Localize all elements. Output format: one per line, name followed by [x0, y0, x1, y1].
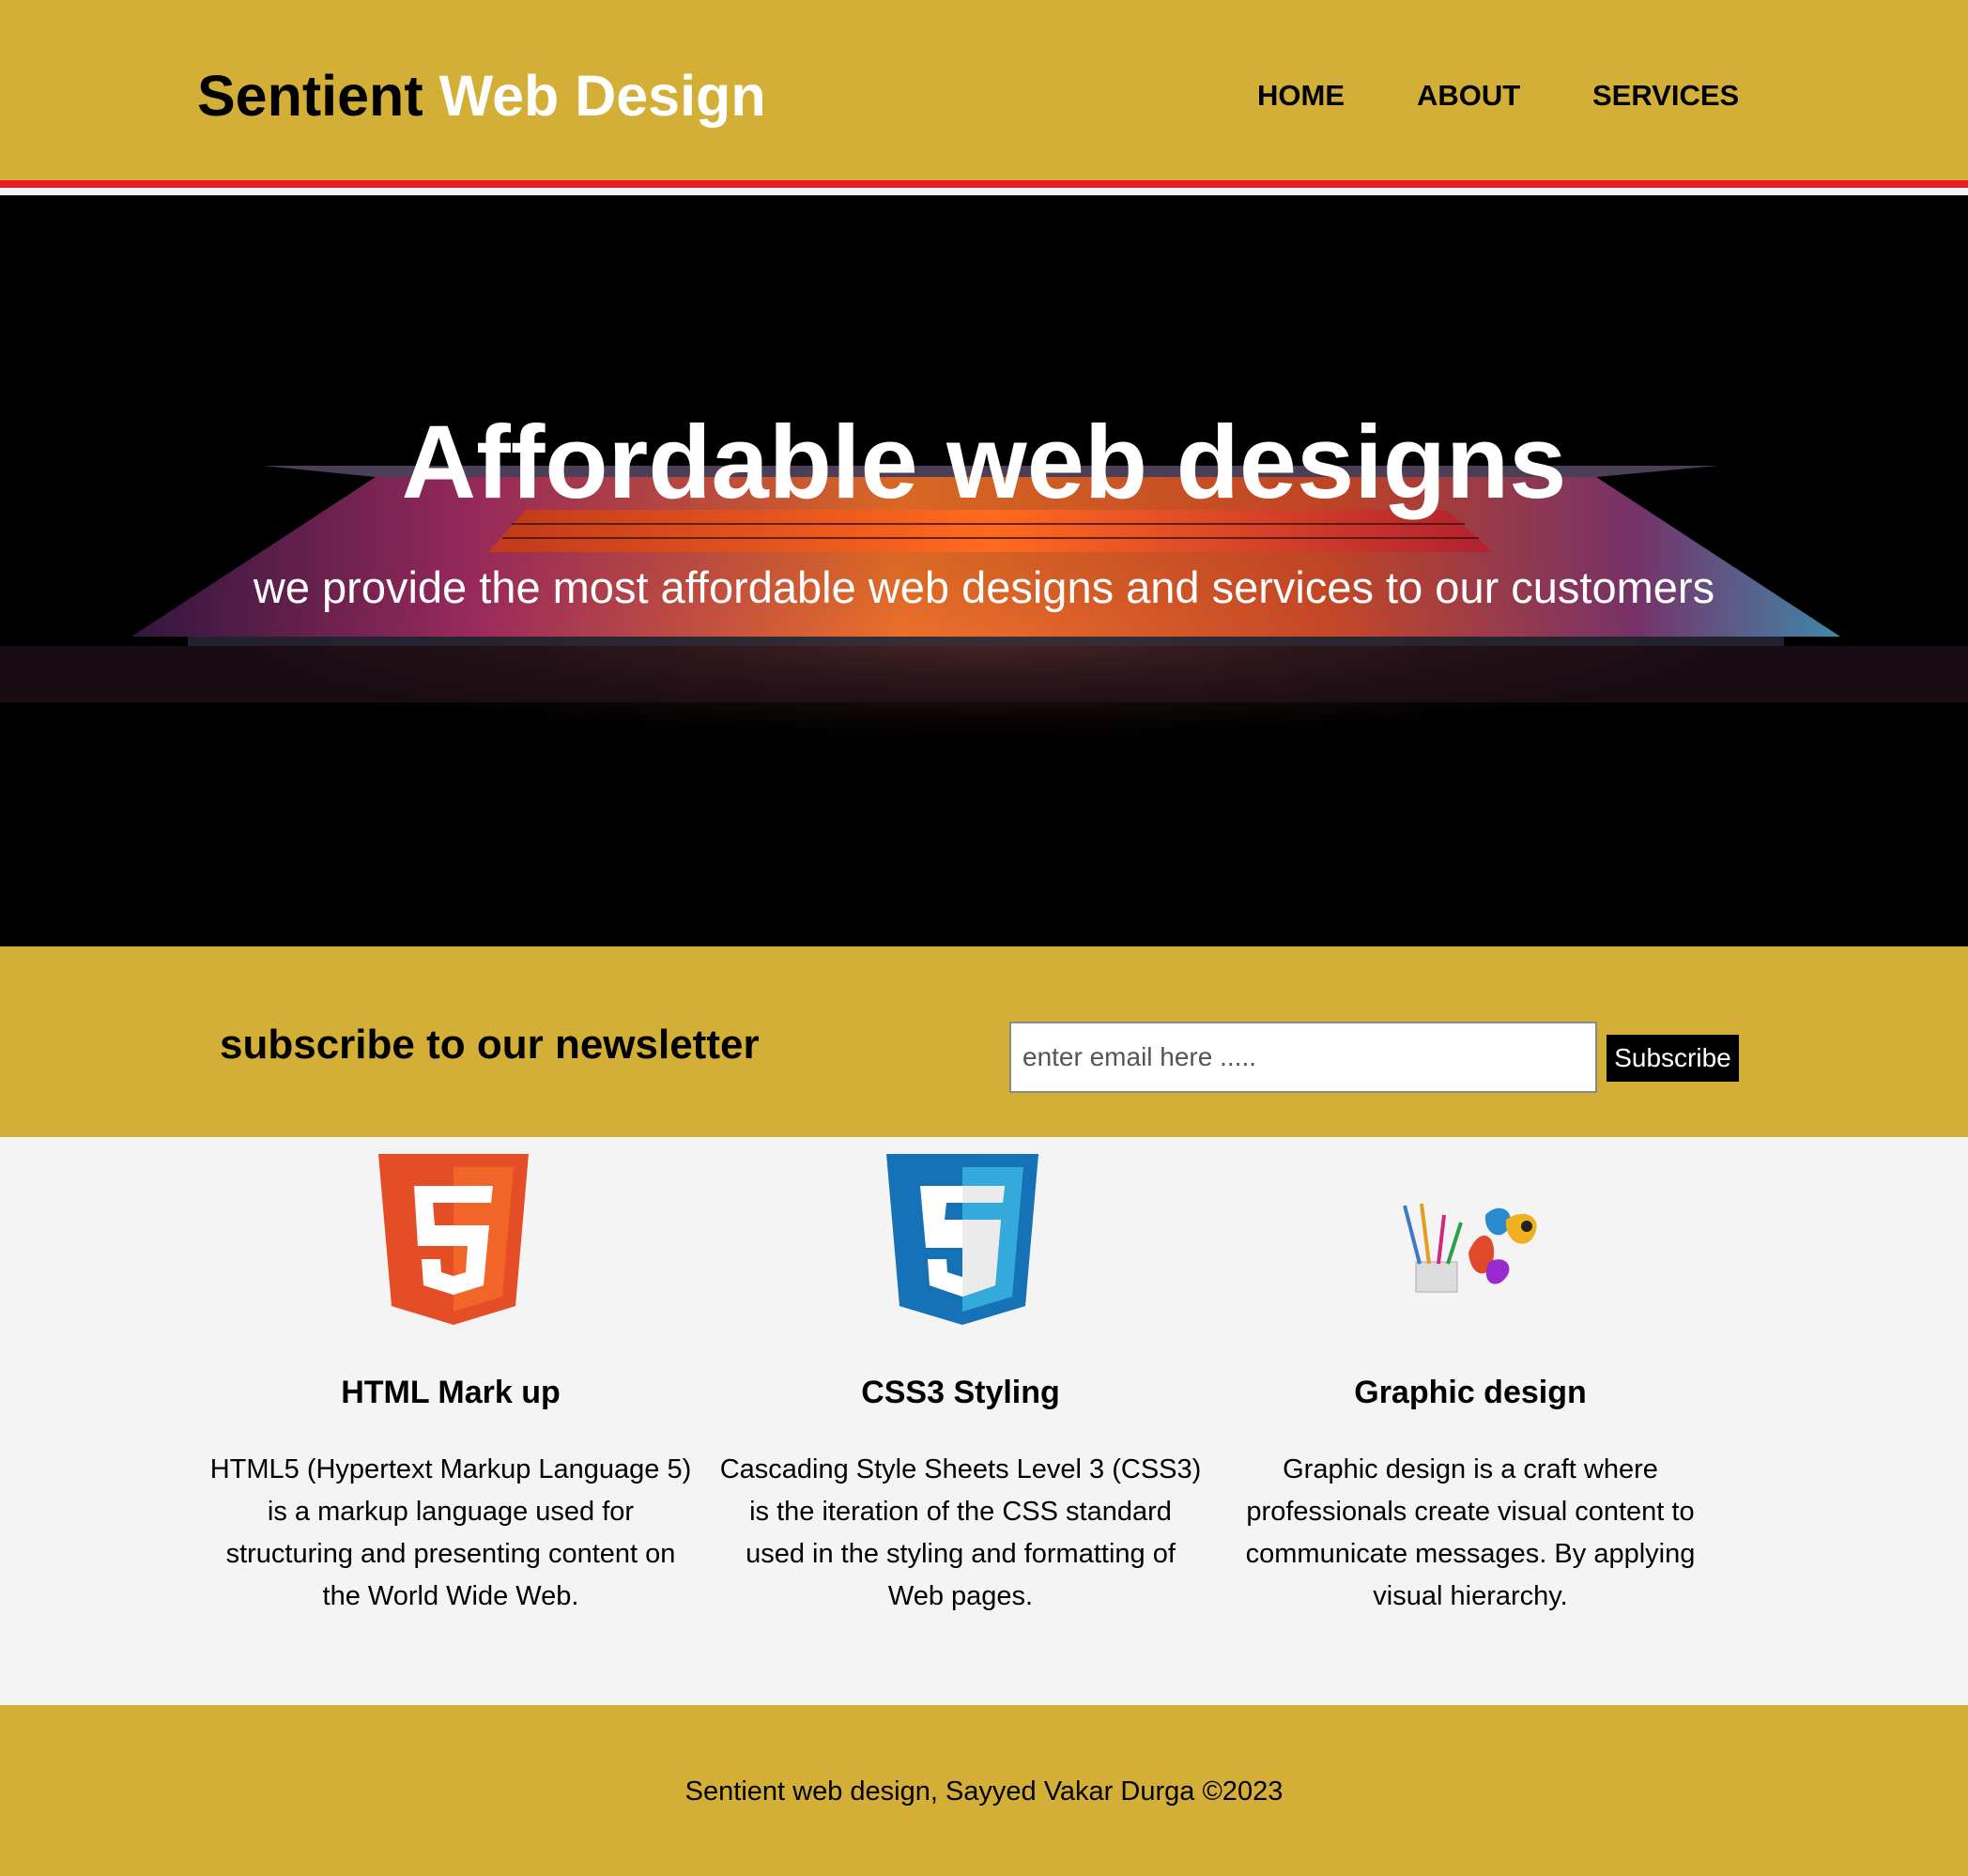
nav-services-link[interactable]: SERVICES — [1592, 77, 1739, 115]
hero-banner: Affordable web designs we provide the mo… — [0, 195, 1968, 946]
email-input[interactable] — [1009, 1022, 1597, 1093]
feature-title: HTML Mark up — [341, 1375, 561, 1410]
site-header: Sentient Web Design HOME ABOUT SERVICES — [0, 0, 1968, 188]
site-footer: Sentient web design, Sayyed Vakar Durga … — [0, 1705, 1968, 1876]
feature-text: Cascading Style Sheets Level 3 (CSS3) is… — [719, 1454, 1202, 1611]
nav-about-link[interactable]: ABOUT — [1417, 77, 1520, 115]
newsletter-section: subscribe to our newsletter Subscribe — [0, 946, 1968, 1137]
feature-text: HTML5 (Hypertext Markup Language 5) is a… — [209, 1454, 692, 1611]
feature-title: CSS3 Styling — [861, 1375, 1060, 1410]
hero-subtitle: we provide the most affordable web desig… — [253, 562, 1715, 612]
subscribe-button[interactable]: Subscribe — [1607, 1035, 1739, 1082]
main-nav: HOME ABOUT SERVICES — [0, 77, 1968, 115]
footer-copyright: Sentient web design, Sayyed Vakar Durga … — [684, 1776, 1284, 1807]
feature-text: Graphic design is a craft where professi… — [1245, 1454, 1696, 1611]
graphic-design-icon — [1226, 1154, 1714, 1328]
html5-logo-icon — [207, 1154, 695, 1328]
features-section: HTML Mark up HTML5 (Hypertext Markup Lan… — [0, 1137, 1968, 1705]
css3-logo-icon — [716, 1154, 1205, 1328]
nav-home-link[interactable]: HOME — [1257, 77, 1345, 115]
newsletter-heading: subscribe to our newsletter — [220, 1022, 760, 1068]
hero-title: Affordable web designs — [401, 405, 1567, 520]
feature-title: Graphic design — [1354, 1375, 1587, 1410]
